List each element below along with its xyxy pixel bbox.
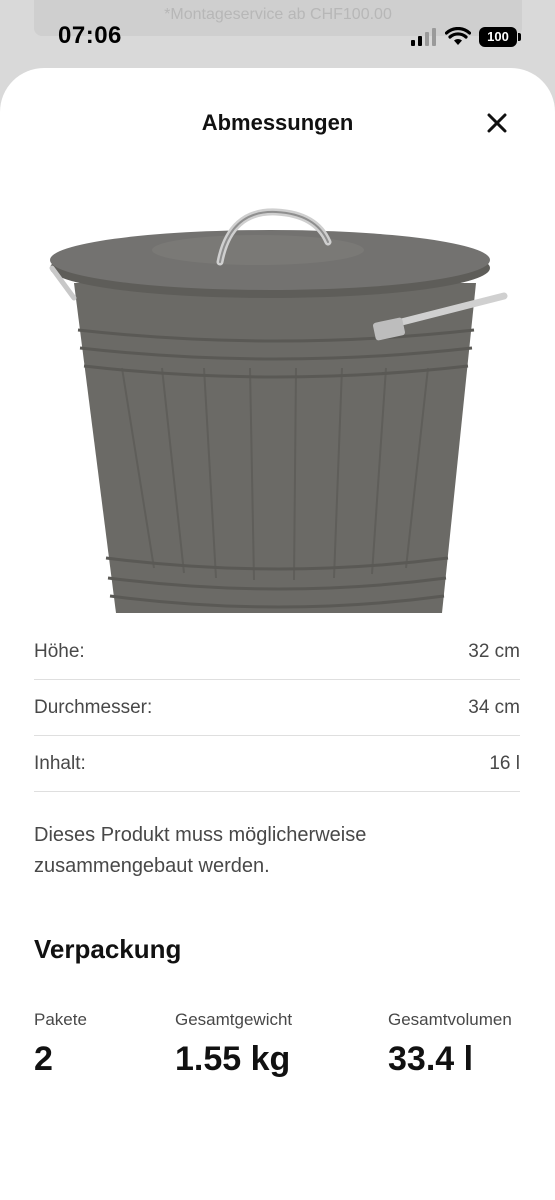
status-icons: 100 — [411, 26, 521, 48]
dimension-value: 16 l — [489, 752, 520, 774]
packaging-value: 33.4 l — [388, 1040, 474, 1078]
packaging-weight: Gesamtgewicht 1.55 kg — [175, 1010, 292, 1079]
wifi-icon — [445, 27, 471, 45]
packaging-packages: Pakete 2 — [34, 1010, 87, 1079]
dimensions-list: Höhe: 32 cm Durchmesser: 34 cm Inhalt: 1… — [34, 624, 520, 792]
dimension-row-height: Höhe: 32 cm — [34, 624, 520, 680]
packaging-label: Pakete — [34, 1010, 87, 1029]
packaging-value: 2 — [34, 1040, 53, 1078]
product-image — [49, 208, 508, 613]
sheet-title: Abmessungen — [201, 110, 354, 135]
packaging-value: 1.55 kg — [175, 1040, 291, 1078]
close-button[interactable] — [482, 108, 512, 138]
packaging-title: Verpackung — [34, 934, 182, 964]
packaging-label: Gesamtvolumen — [388, 1010, 512, 1029]
dimension-value: 32 cm — [468, 640, 520, 662]
close-icon — [487, 113, 507, 133]
battery-icon: 100 — [479, 27, 521, 47]
dimension-value: 34 cm — [468, 696, 520, 718]
dimension-label: Durchmesser: — [34, 696, 153, 718]
assembly-note: Dieses Produkt muss möglicherweise zusam… — [34, 824, 367, 877]
packaging-volume: Gesamtvolumen 33.4 l — [388, 1010, 512, 1079]
dimension-label: Höhe: — [34, 640, 85, 662]
status-time: 07:06 — [58, 22, 122, 49]
packaging-label: Gesamtgewicht — [175, 1010, 293, 1029]
cellular-signal-icon — [411, 28, 436, 46]
dimension-row-capacity: Inhalt: 16 l — [34, 736, 520, 792]
dimension-label: Inhalt: — [34, 752, 86, 774]
status-bar: *Montageservice ab CHF100.00 07:06 100 — [0, 0, 555, 70]
dimension-row-diameter: Durchmesser: 34 cm — [34, 680, 520, 736]
